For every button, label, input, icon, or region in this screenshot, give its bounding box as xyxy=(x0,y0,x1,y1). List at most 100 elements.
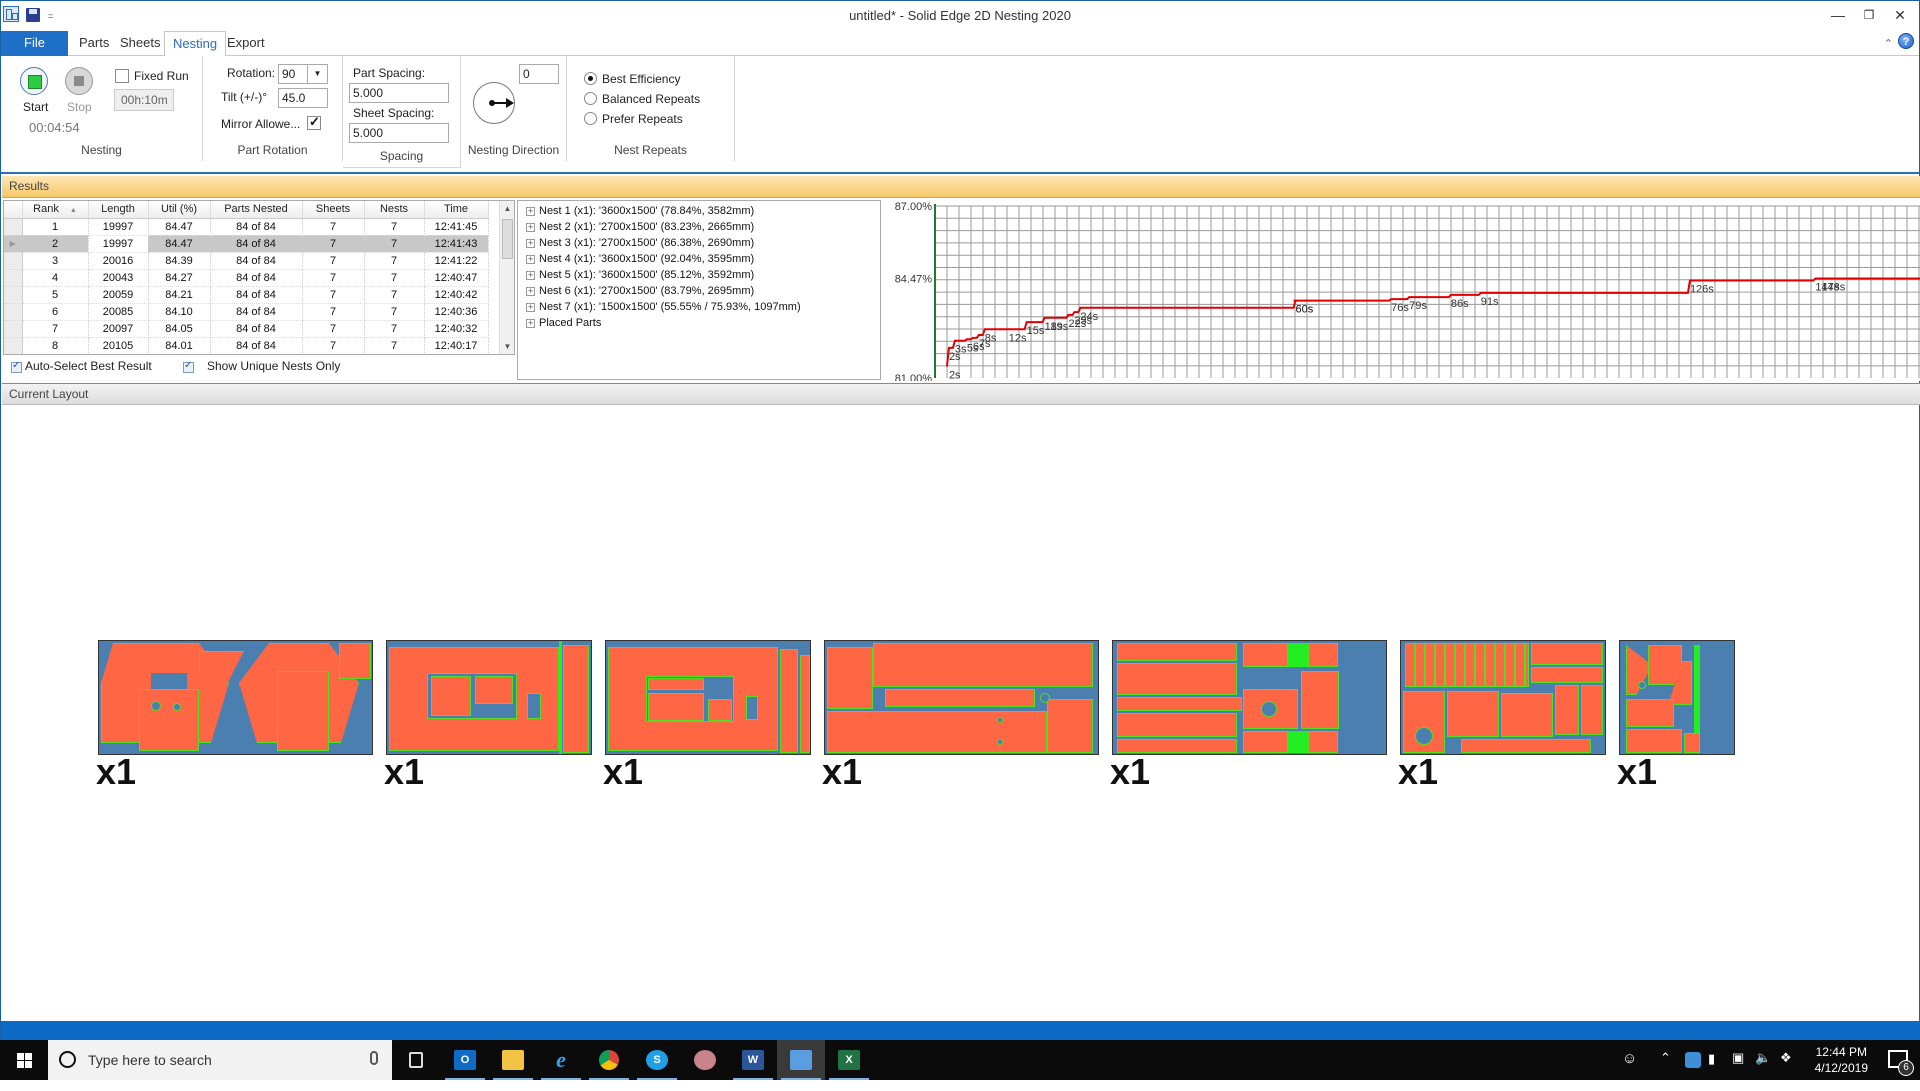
tree-item-nest[interactable]: + Nest 2 (x1): '2700x1500' (83.23%, 2665m… xyxy=(518,219,880,235)
column-header-rank[interactable]: Rank ▲ xyxy=(22,201,89,219)
tree-item-nest[interactable]: + Nest 5 (x1): '3600x1500' (85.12%, 3592m… xyxy=(518,267,880,283)
nest-sheet-2[interactable] xyxy=(386,640,592,755)
start-button[interactable] xyxy=(20,67,48,95)
tab-file[interactable]: File xyxy=(1,31,68,56)
column-header-time[interactable]: Time xyxy=(424,201,489,219)
rotation-select[interactable]: 90 ▼ xyxy=(278,64,328,84)
scroll-up-icon[interactable]: ▲ xyxy=(500,201,514,216)
row-selector[interactable] xyxy=(4,286,23,304)
nest-sheet-5[interactable] xyxy=(1112,640,1387,755)
taskbar-word[interactable]: W xyxy=(729,1040,777,1080)
power-icon[interactable]: ▮ xyxy=(1708,1051,1715,1091)
part-spacing-field[interactable]: 5.000 xyxy=(349,83,449,103)
scroll-down-icon[interactable]: ▼ xyxy=(500,339,514,354)
column-header-parts-nested[interactable]: Parts Nested xyxy=(210,201,303,219)
tab-sheets[interactable]: Sheets xyxy=(112,31,168,56)
fixed-run-duration-field[interactable]: 00h:10m xyxy=(114,89,174,111)
nest-sheet-7[interactable] xyxy=(1619,640,1735,755)
tilt-field[interactable]: 45.0 xyxy=(278,88,328,108)
clock[interactable]: 12:44 PM 4/12/2019 xyxy=(1815,1044,1868,1076)
results-row[interactable]: 1 19997 84.47 84 of 84 7 7 12:41:45 xyxy=(4,218,489,236)
tab-nesting[interactable]: Nesting xyxy=(164,31,227,57)
stop-button[interactable] xyxy=(65,67,93,95)
restore-button[interactable]: ❐ xyxy=(1854,5,1884,25)
expand-icon[interactable]: + xyxy=(526,238,535,248)
app-tray-icon[interactable] xyxy=(1685,1052,1701,1068)
direction-angle-field[interactable]: 0 xyxy=(519,64,559,84)
taskbar-file-explorer[interactable] xyxy=(489,1040,537,1080)
row-selector[interactable] xyxy=(4,252,23,270)
column-header-util[interactable]: Util (%) xyxy=(148,201,211,219)
network-icon[interactable]: ▣ xyxy=(1732,1050,1744,1090)
taskbar-outlook[interactable]: O xyxy=(441,1040,489,1080)
taskbar-solid-edge-nesting[interactable] xyxy=(777,1040,825,1080)
results-row[interactable]: 6 20085 84.10 84 of 84 7 7 12:40:36 xyxy=(4,303,489,321)
collapse-ribbon-icon[interactable]: ⌃ xyxy=(1884,37,1893,50)
results-row[interactable]: 7 20097 84.05 84 of 84 7 7 12:40:32 xyxy=(4,320,489,338)
radio-balanced-repeats[interactable] xyxy=(584,92,597,105)
row-selector[interactable] xyxy=(4,320,23,338)
cell-rank: 5 xyxy=(22,286,89,304)
auto-select-checkbox[interactable] xyxy=(11,360,22,373)
start-button-windows[interactable] xyxy=(0,1040,48,1080)
tree-item-placed-parts[interactable]: + Placed Parts xyxy=(518,315,880,331)
fixed-run-checkbox[interactable] xyxy=(115,69,129,83)
tree-item-nest[interactable]: + Nest 6 (x1): '2700x1500' (83.79%, 2695m… xyxy=(518,283,880,299)
expand-icon[interactable]: + xyxy=(526,222,535,232)
radio-best-efficiency[interactable] xyxy=(584,72,597,85)
minimize-button[interactable]: — xyxy=(1823,5,1853,25)
tree-item-nest[interactable]: + Nest 7 (x1): '1500x1500' (55.55% / 75.9… xyxy=(518,299,880,315)
taskbar-internet-explorer[interactable]: e xyxy=(537,1040,585,1080)
taskbar-skype[interactable]: S xyxy=(633,1040,681,1080)
unique-nests-checkbox[interactable] xyxy=(183,360,194,373)
sheet-spacing-field[interactable]: 5.000 xyxy=(349,123,449,143)
expand-icon[interactable]: + xyxy=(526,254,535,264)
chevron-down-icon[interactable]: ▼ xyxy=(307,65,327,83)
microphone-icon[interactable] xyxy=(370,1051,378,1065)
tree-item-nest[interactable]: + Nest 1 (x1): '3600x1500' (78.84%, 3582m… xyxy=(518,203,880,219)
expand-icon[interactable]: + xyxy=(526,270,535,280)
nest-sheet-6[interactable] xyxy=(1400,640,1606,755)
row-selector[interactable] xyxy=(4,218,23,236)
results-row[interactable]: 8 20105 84.01 84 of 84 7 7 12:40:17 xyxy=(4,337,489,354)
results-row[interactable]: 5 20059 84.21 84 of 84 7 7 12:40:42 xyxy=(4,286,489,304)
results-row[interactable]: ▶ 2 19997 84.47 84 of 84 7 7 12:41:43 xyxy=(4,235,489,253)
column-header-sheets[interactable]: Sheets xyxy=(302,201,365,219)
dropbox-icon[interactable]: ❖ xyxy=(1780,1050,1792,1090)
people-icon[interactable]: ☺ xyxy=(1622,1050,1637,1090)
row-selector[interactable] xyxy=(4,303,23,321)
expand-icon[interactable]: + xyxy=(526,286,535,296)
nest-sheet-3[interactable] xyxy=(605,640,811,755)
results-scrollbar[interactable]: ▲ ▼ xyxy=(499,201,514,354)
taskbar-chrome[interactable] xyxy=(585,1040,633,1080)
expand-icon[interactable]: + xyxy=(526,302,535,312)
close-button[interactable]: ✕ xyxy=(1885,5,1915,25)
nest-sheet-1[interactable] xyxy=(98,640,373,755)
tab-parts[interactable]: Parts xyxy=(71,31,117,56)
help-icon[interactable]: ? xyxy=(1898,33,1914,49)
nest-sheet-4[interactable] xyxy=(824,640,1099,755)
results-row[interactable]: 4 20043 84.27 84 of 84 7 7 12:40:47 xyxy=(4,269,489,287)
radio-prefer-repeats[interactable] xyxy=(584,112,597,125)
tab-export[interactable]: Export xyxy=(219,31,273,56)
column-header-length[interactable]: Length xyxy=(88,201,149,219)
taskbar-excel[interactable]: X xyxy=(825,1040,873,1080)
expand-icon[interactable]: + xyxy=(526,206,535,216)
taskbar-search[interactable]: Type here to search xyxy=(48,1040,392,1080)
tree-item-nest[interactable]: + Nest 4 (x1): '3600x1500' (92.04%, 3595m… xyxy=(518,251,880,267)
row-selector[interactable] xyxy=(4,269,23,287)
scroll-thumb[interactable] xyxy=(502,219,513,259)
task-view-button[interactable] xyxy=(392,1040,440,1080)
results-row[interactable]: 3 20016 84.39 84 of 84 7 7 12:41:22 xyxy=(4,252,489,270)
taskbar-snipping-tool[interactable] xyxy=(681,1040,729,1080)
row-selector[interactable]: ▶ xyxy=(4,235,23,253)
show-hidden-icons[interactable]: ⌃ xyxy=(1660,1050,1671,1090)
direction-dial[interactable] xyxy=(473,82,515,124)
tree-item-nest[interactable]: + Nest 3 (x1): '2700x1500' (86.38%, 2690m… xyxy=(518,235,880,251)
status-bar xyxy=(1,1021,1920,1041)
volume-icon[interactable]: 🔈 xyxy=(1755,1050,1771,1090)
mirror-allowed-checkbox[interactable] xyxy=(307,114,321,130)
column-header-nests[interactable]: Nests xyxy=(364,201,425,219)
expand-icon[interactable]: + xyxy=(526,318,535,328)
row-selector[interactable] xyxy=(4,337,23,354)
